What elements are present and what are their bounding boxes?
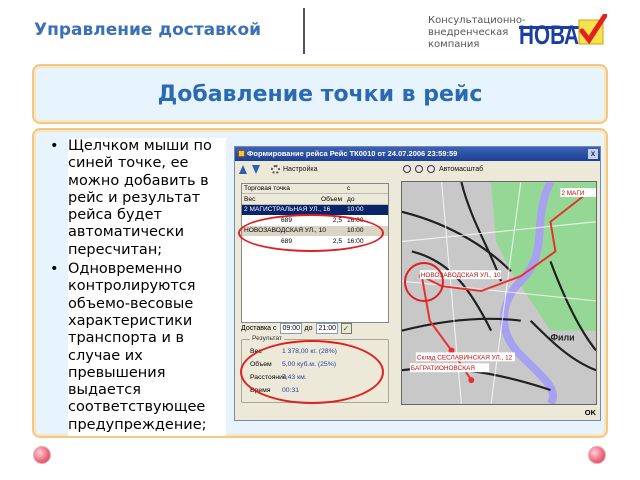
map-label-stock: Склад СЕСЛАВИНСКАЯ УЛ., 12 xyxy=(417,354,513,361)
delivery-from-input[interactable]: 09:00 xyxy=(279,323,302,334)
bullet-list: Щелчком мыши по синей точке, ее можно до… xyxy=(50,138,226,437)
delivery-window: Доставка с 09:00 до 21:00 ✓ xyxy=(241,323,352,334)
slide-title-panel: Добавление точки в рейс xyxy=(32,64,608,124)
map-toolbar: Автомасштаб xyxy=(403,165,483,173)
map-label-top: 2 МАГИ xyxy=(561,190,584,197)
company-line: Консультационно- xyxy=(428,15,526,26)
logo-text: НОВА xyxy=(519,20,579,48)
window-icon xyxy=(238,150,245,157)
close-icon[interactable]: x xyxy=(588,149,598,159)
delivery-to-input[interactable]: 21:00 xyxy=(315,323,338,334)
zoom-fit-icon[interactable] xyxy=(427,165,435,173)
header-title: Управление доставкой xyxy=(34,20,262,40)
column-header[interactable]: Объем xyxy=(294,196,344,203)
route-points-table: Торговая точка с Вес Объем до 2 МАГИСТРА… xyxy=(241,183,389,323)
annotation-ellipse xyxy=(404,262,444,302)
window-title: Формирование рейса Рейс ТК0010 от 24.07.… xyxy=(247,149,458,158)
delivery-label: Доставка с xyxy=(241,325,277,332)
corner-dot-left xyxy=(33,446,51,464)
list-toolbar: Настройка xyxy=(239,165,317,174)
company-line: компания xyxy=(428,39,480,50)
ok-button[interactable]: OK xyxy=(585,408,596,417)
column-header[interactable]: Торговая точка xyxy=(242,185,294,192)
slide-title: Добавление точки в рейс xyxy=(157,82,483,107)
bullet-item: Щелчком мыши по синей точке, ее можно до… xyxy=(46,138,226,259)
apply-button[interactable]: ✓ xyxy=(340,323,352,334)
nova-logo: НОВА xyxy=(519,14,607,48)
company-line: внедренческая xyxy=(428,27,509,38)
delivery-to-label: до xyxy=(304,325,313,332)
header-divider xyxy=(303,8,305,54)
bullet-item: Одновременно контролируются объемо-весов… xyxy=(46,261,226,434)
column-header[interactable]: с xyxy=(344,185,386,192)
window-titlebar: Формирование рейса Рейс ТК0010 от 24.07.… xyxy=(235,147,600,161)
table-header: Вес Объем до xyxy=(242,194,388,205)
settings-button[interactable]: Настройка xyxy=(283,166,317,173)
autoscale-button[interactable]: Автомасштаб xyxy=(439,166,483,173)
table-header: Торговая точка с xyxy=(242,184,388,195)
zoom-in-icon[interactable] xyxy=(403,165,411,173)
column-header[interactable]: до xyxy=(344,196,386,203)
map-label-bottom: БАГРАТИОНОВСКАЯ xyxy=(411,365,475,372)
column-header[interactable]: Вес xyxy=(242,196,294,203)
zoom-out-icon[interactable] xyxy=(415,165,423,173)
table-cell: 2 МАГИСТРАЛЬНАЯ УЛ., 16 xyxy=(244,206,331,214)
company-description: Консультационно- внедренческая компания xyxy=(428,15,526,51)
annotation-ellipse xyxy=(238,214,384,252)
result-legend: Результат xyxy=(250,335,284,342)
arrow-up-icon[interactable] xyxy=(239,165,247,174)
map-label-fili: Фили xyxy=(550,333,574,343)
corner-dot-right xyxy=(588,446,606,464)
settings-icon[interactable] xyxy=(271,165,280,174)
arrow-down-icon[interactable] xyxy=(252,165,260,174)
annotation-ellipse xyxy=(240,340,384,404)
table-cell: 10:00 xyxy=(347,206,364,214)
